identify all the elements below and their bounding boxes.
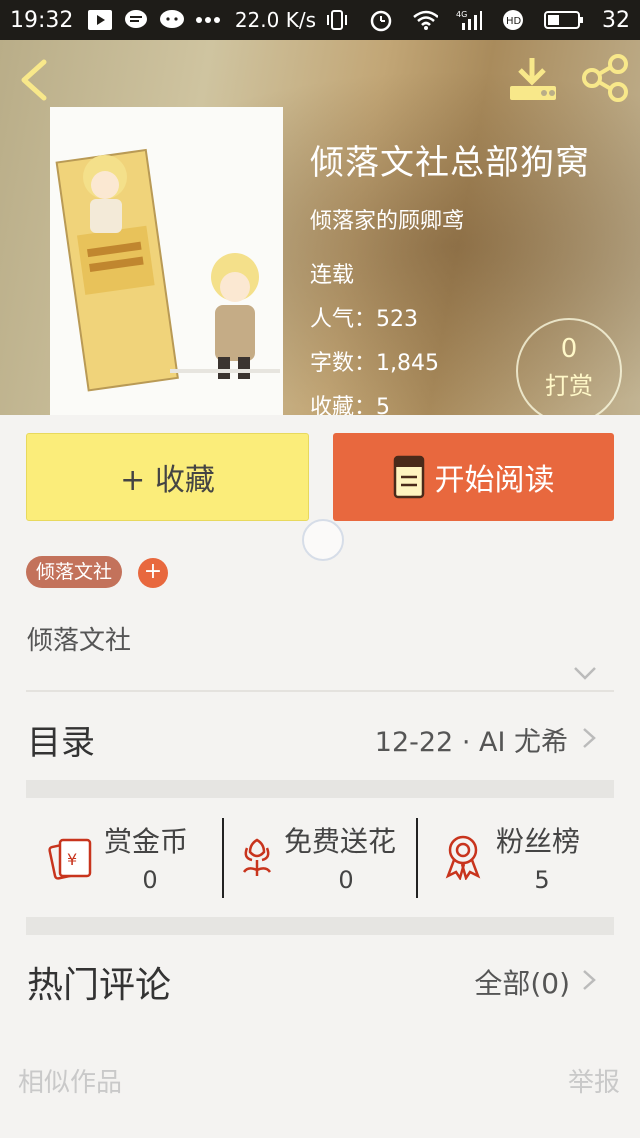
fan-ranking-value: 5 (534, 866, 550, 894)
wechat-icon (159, 9, 185, 31)
battery-icon (544, 9, 584, 31)
book-cover-illustration (50, 107, 283, 415)
status-bar: 19:32 22.0 K/s 4G HD 32 (0, 0, 640, 40)
popularity-label: 人气： (310, 307, 377, 332)
favorites-row: 收藏：5 (310, 389, 390, 415)
expand-description-button[interactable] (572, 664, 598, 682)
add-tag-button[interactable]: + (138, 558, 168, 588)
book-description: 倾落文社 (27, 626, 132, 656)
latest-chapter[interactable]: 12-22 · AI 尤希 (375, 720, 568, 759)
catalog-chevron-icon[interactable] (581, 726, 597, 750)
book-info: 倾落文社总部狗窝 倾落家的顾卿鸢 连载 人气：523 字数：1,845 收藏：5 (310, 135, 590, 415)
play-icon (87, 9, 113, 31)
comments-chevron-icon[interactable] (581, 968, 597, 992)
hot-comments-title: 热门评论 (27, 965, 172, 1006)
collect-button[interactable]: + 收藏 (26, 433, 309, 521)
book-header: 倾落文社总部狗窝 倾落家的顾卿鸢 连载 人气：523 字数：1,845 收藏：5… (0, 40, 640, 415)
word-count-value: 1,845 (376, 351, 439, 376)
support-stats: ¥ 赏金币 0 免费送花 0 粉丝榜 5 (26, 810, 614, 900)
more-icon (195, 9, 221, 31)
send-flowers-label: 免费送花 (284, 825, 397, 858)
network-speed: 22.0 K/s (234, 8, 316, 32)
catalog-label[interactable]: 目录 (27, 715, 95, 764)
medal-icon (445, 835, 481, 880)
download-icon (510, 58, 556, 100)
popularity-value: 523 (376, 307, 419, 332)
tip-button[interactable]: 0 打赏 (516, 318, 622, 415)
fan-ranking-label: 粉丝榜 (496, 825, 581, 858)
word-count-row: 字数：1,845 (310, 345, 439, 377)
svg-text:¥: ¥ (67, 850, 77, 869)
section-separator (26, 780, 614, 798)
back-button[interactable] (16, 58, 52, 102)
reward-coins-item[interactable]: ¥ 赏金币 0 (26, 810, 222, 900)
divider (26, 690, 614, 692)
book-title: 倾落文社总部狗窝 (310, 143, 590, 183)
hd-icon: HD (500, 9, 526, 31)
book-author[interactable]: 倾落家的顾卿鸢 (310, 203, 464, 235)
chevron-down-icon (574, 667, 596, 680)
svg-text:HD: HD (506, 16, 522, 27)
collect-label: + 收藏 (120, 463, 215, 498)
tag-item[interactable]: 倾落文社 (26, 556, 123, 588)
section-separator (26, 917, 614, 935)
start-reading-button[interactable]: 开始阅读 (333, 433, 614, 521)
share-button[interactable] (580, 54, 630, 102)
flower-icon (242, 838, 272, 876)
loading-spinner (302, 519, 344, 561)
wifi-icon (412, 9, 438, 31)
fan-ranking-item[interactable]: 粉丝榜 5 (418, 810, 614, 900)
vibrate-icon (324, 9, 350, 31)
report-button[interactable]: 举报 (568, 1062, 620, 1099)
download-button[interactable] (508, 56, 558, 102)
book-status: 连载 (310, 263, 355, 288)
book-cover[interactable] (50, 107, 283, 415)
tip-label: 打赏 (545, 372, 593, 400)
tip-count: 0 (560, 334, 578, 364)
status-time: 19:32 (10, 7, 74, 33)
signal-icon: 4G (456, 9, 482, 31)
send-flowers-item[interactable]: 免费送花 0 (224, 810, 416, 900)
alarm-icon (368, 9, 394, 32)
battery-level: 32 (602, 7, 630, 33)
reward-coins-label: 赏金币 (104, 825, 189, 858)
share-icon (582, 54, 628, 102)
message-icon (123, 9, 149, 31)
network-type: 4G (456, 10, 467, 19)
favorites-label: 收藏： (310, 395, 377, 415)
book-icon (393, 455, 424, 499)
popularity-row: 人气：523 (310, 301, 418, 333)
reward-coins-value: 0 (142, 866, 158, 894)
favorites-value: 5 (376, 395, 391, 415)
chevron-left-icon (21, 59, 47, 101)
all-comments-link[interactable]: 全部(0) (474, 962, 570, 1002)
word-count-label: 字数： (310, 351, 377, 376)
similar-works-title: 相似作品 (18, 1068, 123, 1098)
start-reading-label: 开始阅读 (434, 463, 555, 498)
send-flowers-value: 0 (338, 866, 354, 894)
red-envelope-icon: ¥ (48, 838, 92, 880)
